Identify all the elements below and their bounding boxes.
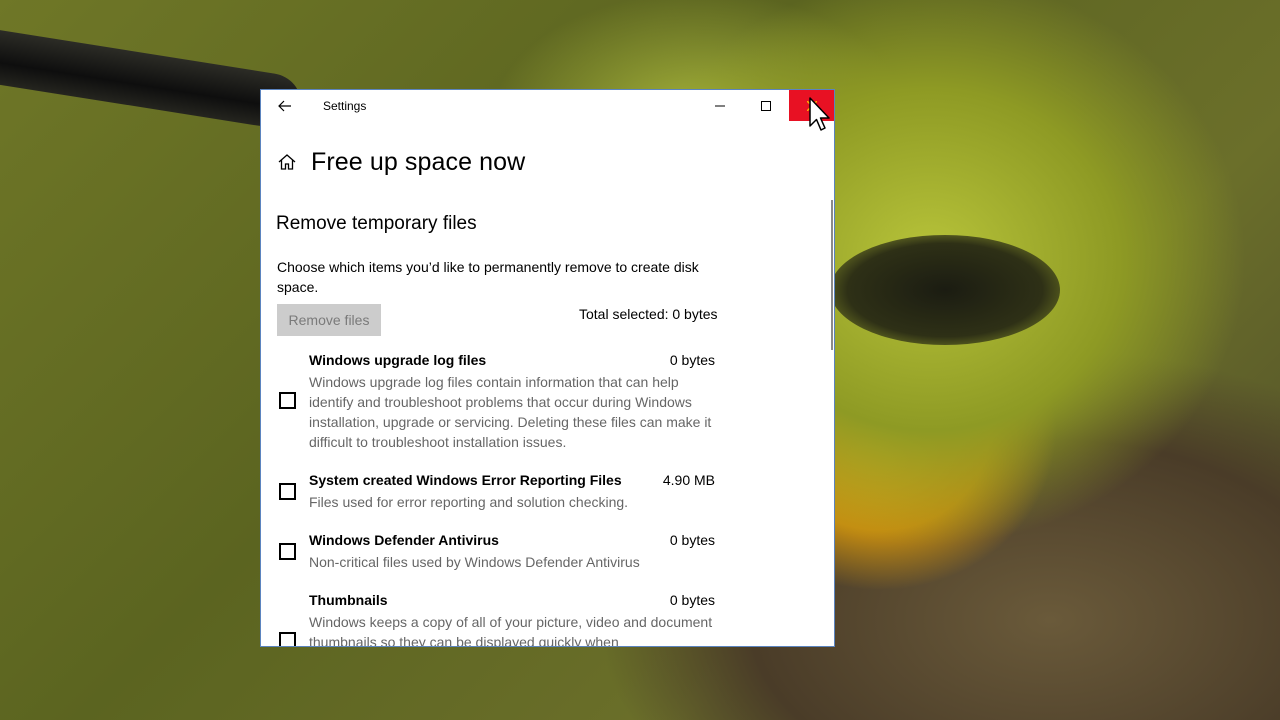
home-icon[interactable] — [277, 152, 297, 172]
list-item: Thumbnails 0 bytes Windows keeps a copy … — [277, 592, 717, 647]
page-title: Free up space now — [311, 147, 526, 176]
wallpaper-bird-eye-patch — [830, 235, 1060, 345]
item-description: Windows keeps a copy of all of your pict… — [309, 614, 713, 647]
maximize-button[interactable] — [743, 90, 789, 121]
mouse-pointer-icon — [809, 97, 830, 131]
minimize-icon — [715, 105, 725, 106]
item-name: Windows upgrade log files — [309, 352, 487, 368]
item-size: 0 bytes — [669, 352, 715, 368]
section-title: Remove temporary files — [276, 213, 477, 234]
item-name: System created Windows Error Reporting F… — [309, 472, 622, 488]
item-size: 0 bytes — [669, 532, 715, 548]
maximize-icon — [761, 100, 771, 111]
remove-files-button[interactable]: Remove files — [277, 304, 381, 336]
page-header: Free up space now — [277, 146, 525, 178]
item-checkbox[interactable] — [279, 543, 296, 560]
item-name: Thumbnails — [309, 592, 388, 608]
item-checkbox[interactable] — [279, 392, 296, 409]
list-item: Windows upgrade log files 0 bytes Window… — [277, 352, 717, 462]
item-size: 0 bytes — [669, 592, 715, 608]
scrollbar[interactable] — [831, 200, 833, 350]
item-description: Files used for error reporting and solut… — [309, 494, 629, 510]
settings-window: Settings Free up space now Remove tempor… — [260, 89, 835, 647]
wallpaper-bird-beak — [0, 28, 305, 132]
back-arrow-icon — [278, 100, 291, 112]
back-button[interactable] — [271, 94, 299, 118]
minimize-button[interactable] — [697, 90, 743, 121]
title-bar: Settings — [261, 90, 834, 122]
item-description: Windows upgrade log files contain inform… — [309, 374, 712, 450]
list-item: Windows Defender Antivirus 0 bytes Non-c… — [277, 532, 717, 582]
item-description: Non-critical files used by Windows Defen… — [309, 554, 640, 570]
item-checkbox[interactable] — [279, 483, 296, 500]
item-name: Windows Defender Antivirus — [309, 532, 499, 548]
section-description: Choose which items you’d like to permane… — [277, 259, 699, 295]
item-size: 4.90 MB — [662, 472, 715, 488]
window-title: Settings — [323, 99, 367, 113]
list-item: System created Windows Error Reporting F… — [277, 472, 717, 522]
total-selected-label: Total selected: 0 bytes — [579, 306, 718, 322]
item-checkbox[interactable] — [279, 632, 296, 646]
